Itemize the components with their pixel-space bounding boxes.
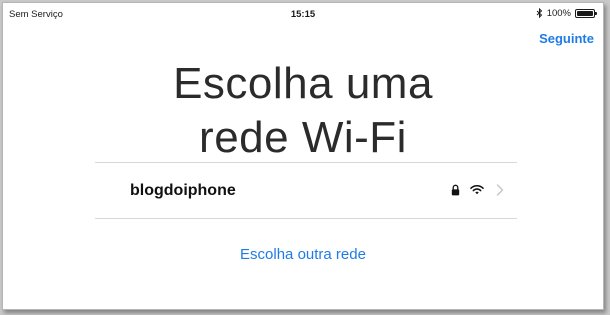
choose-other-network-link[interactable]: Escolha outra rede bbox=[3, 246, 603, 263]
bluetooth-icon bbox=[536, 8, 542, 19]
status-bar: Sem Serviço 15:15 100% bbox=[3, 3, 603, 23]
battery-percent: 100% bbox=[546, 8, 571, 19]
network-row-blogdoiphone[interactable]: blogdoiphone bbox=[95, 163, 517, 218]
list-divider-bottom bbox=[95, 218, 517, 219]
battery-fill bbox=[577, 11, 593, 16]
wifi-setup-screen: Sem Serviço 15:15 100% Seguinte Escolha … bbox=[2, 2, 604, 310]
next-button[interactable]: Seguinte bbox=[539, 31, 594, 46]
network-name: blogdoiphone bbox=[130, 182, 236, 199]
lock-icon bbox=[451, 184, 460, 196]
page-title: Escolha uma rede Wi-Fi bbox=[3, 57, 603, 165]
status-time: 15:15 bbox=[290, 9, 316, 20]
chevron-right-icon bbox=[496, 184, 504, 196]
battery-icon bbox=[575, 9, 597, 18]
wifi-icon bbox=[470, 184, 484, 195]
page-title-line1: Escolha uma bbox=[173, 59, 433, 108]
status-right-group: 100% bbox=[536, 8, 597, 19]
page-title-line2: rede Wi-Fi bbox=[199, 113, 407, 162]
